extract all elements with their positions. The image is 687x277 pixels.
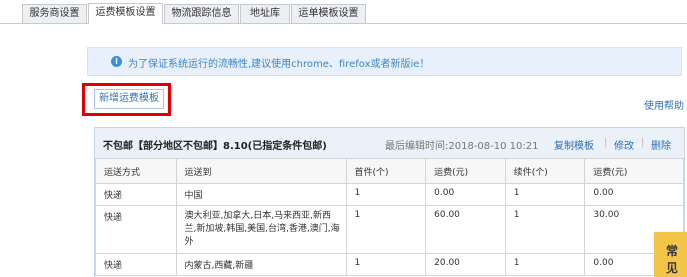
action-separator: | — [604, 137, 608, 148]
table-cell: 澳大利亚,加拿大,日本,马来西亚,新西兰,新加坡,韩国,美国,台湾,香港,澳门,… — [175, 205, 347, 254]
column-header: 续件(个) — [504, 158, 586, 184]
faq-float-label: 常见 — [666, 244, 679, 275]
table-cell: 20.00 — [425, 253, 506, 276]
table-cell: 1 — [504, 253, 586, 276]
add-template-button[interactable]: 新增运费模板 — [94, 89, 164, 109]
tab-address-library[interactable]: 地址库 — [240, 4, 290, 23]
table-cell: 60.00 — [425, 205, 506, 254]
table-cell: 快递 — [95, 183, 177, 206]
template-title: 不包邮【部分地区不包邮】8.10(已指定条件包邮) — [103, 141, 327, 152]
table-row: 快递 中国 1 0.00 1 0.00 — [95, 183, 684, 206]
copy-template-link[interactable]: 复制模板 — [554, 137, 594, 152]
table-row: 快递 澳大利亚,加拿大,日本,马来西亚,新西兰,新加坡,韩国,美国,台湾,香港,… — [95, 205, 684, 254]
table-cell: 1 — [345, 205, 427, 254]
freight-table: 运送方式 运送到 首件(个) 运费(元) 续件(个) 运费(元) 快递 中国 1… — [95, 158, 684, 276]
tab-logistics-tracking[interactable]: 物流跟踪信息 — [164, 4, 239, 23]
table-cell: 0.00 — [425, 183, 506, 206]
info-icon: i — [111, 56, 122, 67]
column-header: 运送到 — [175, 158, 347, 184]
table-cell: 快递 — [95, 253, 177, 276]
column-header: 运送方式 — [95, 158, 177, 184]
tab-freight-template[interactable]: 运费模板设置 — [88, 3, 163, 24]
column-header: 运费(元) — [425, 158, 506, 184]
table-row: 快递 内蒙古,西藏,新疆 1 20.00 1 0.00 — [95, 253, 684, 276]
table-header-row: 运送方式 运送到 首件(个) 运费(元) 续件(个) 运费(元) — [95, 158, 684, 184]
edit-template-link[interactable]: 修改 — [614, 137, 634, 152]
template-panel: 不包邮【部分地区不包邮】8.10(已指定条件包邮) 最后编辑时间:2018-08… — [94, 127, 685, 277]
tab-waybill-template[interactable]: 运单模板设置 — [291, 4, 366, 23]
help-link[interactable]: 使用帮助 — [644, 97, 684, 112]
table-cell: 1 — [345, 253, 427, 276]
action-separator: | — [641, 137, 645, 148]
table-cell: 1 — [504, 205, 586, 254]
tab-bar: 服务商设置 运费模板设置 物流跟踪信息 地址库 运单模板设置 — [0, 0, 687, 24]
template-header: 不包邮【部分地区不包邮】8.10(已指定条件包邮) 最后编辑时间:2018-08… — [95, 128, 684, 159]
table-cell: 1 — [504, 183, 586, 206]
column-header: 运费(元) — [584, 158, 684, 184]
table-cell: 0.00 — [584, 183, 684, 206]
column-header: 首件(个) — [345, 158, 427, 184]
notice-text: 为了保证系统运行的流畅性,建议使用chrome、firefox或者新版ie！ — [128, 59, 430, 70]
tab-service-provider[interactable]: 服务商设置 — [22, 4, 87, 23]
table-cell: 1 — [345, 183, 427, 206]
faq-float-tab[interactable]: 常见 — [654, 232, 687, 277]
last-edit-time: 最后编辑时间:2018-08-10 10:21 — [385, 141, 539, 152]
browser-notice: i 为了保证系统运行的流畅性,建议使用chrome、firefox或者新版ie！ — [87, 47, 682, 76]
table-cell: 快递 — [95, 205, 177, 254]
delete-template-link[interactable]: 删除 — [651, 137, 671, 152]
table-cell: 中国 — [175, 183, 347, 206]
table-cell: 内蒙古,西藏,新疆 — [175, 253, 347, 276]
